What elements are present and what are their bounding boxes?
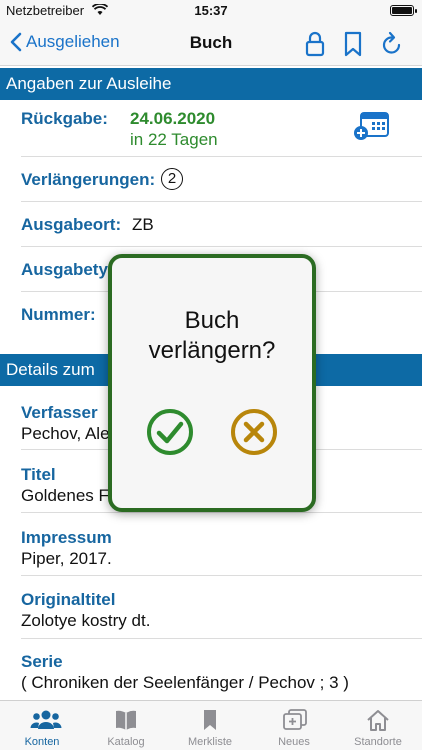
type-label: Ausgabety — [21, 260, 108, 279]
imprint-row: Impressum Piper, 2017. — [21, 513, 422, 576]
location-row: Ausgabeort: ZB — [21, 202, 422, 247]
tab-label: Konten — [24, 736, 60, 748]
author-value: Pechov, Ale — [21, 424, 110, 443]
people-icon — [30, 710, 62, 729]
renew-dialog: Buch verlängern? — [108, 254, 316, 512]
nav-bar: Ausgeliehen Buch — [0, 22, 422, 66]
return-label: Rückgabe: — [21, 109, 108, 128]
tab-label: Merkliste — [187, 736, 232, 748]
renewals-label: Verlängerungen: — [21, 170, 156, 189]
battery-icon — [390, 5, 417, 16]
tab-label: Standorte — [354, 736, 402, 748]
x-circle-icon — [231, 409, 277, 455]
cancel-button[interactable] — [230, 408, 278, 461]
tab-katalog[interactable]: Katalog — [84, 701, 168, 750]
series-label: Serie — [21, 652, 63, 671]
dialog-line-2: verlängern? — [148, 337, 276, 364]
status-bar: Netzbetreiber 15:37 — [0, 0, 422, 22]
dialog-message: Buch verlängern? — [112, 306, 312, 366]
tab-label: Neues — [278, 736, 310, 748]
location-value: ZB — [132, 215, 154, 234]
tab-konten[interactable]: Konten — [0, 701, 84, 750]
return-countdown: in 22 Tagen — [130, 130, 218, 149]
clock: 15:37 — [194, 3, 228, 18]
original-title-row: Originaltitel Zolotye kostry dt. — [21, 576, 422, 639]
tab-standorte[interactable]: Standorte — [336, 701, 420, 750]
loan-section-header: Angaben zur Ausleihe — [0, 68, 422, 100]
refresh-icon[interactable] — [380, 31, 404, 62]
imprint-label: Impressum — [21, 528, 112, 547]
renewals-row: Verlängerungen: 2 — [21, 157, 422, 202]
new-items-icon — [283, 709, 307, 730]
tab-label: Katalog — [107, 736, 145, 748]
title-label: Titel — [21, 465, 56, 484]
series-row: Serie ( Chroniken der Seelenfänger / Pec… — [21, 639, 422, 700]
series-value: ( Chroniken der Seelenfänger / Pechov ; … — [21, 673, 349, 692]
return-date: 24.06.2020 — [130, 109, 216, 128]
bookmark-icon[interactable] — [343, 31, 363, 62]
check-circle-icon — [147, 409, 193, 455]
add-calendar-icon[interactable] — [353, 110, 391, 147]
lock-icon[interactable] — [305, 31, 325, 62]
tab-merkliste[interactable]: Merkliste — [168, 701, 252, 750]
book-icon — [116, 710, 136, 730]
dialog-line-1: Buch — [184, 307, 240, 334]
location-label: Ausgabeort: — [21, 215, 122, 234]
home-icon — [367, 710, 389, 731]
bookmark-icon — [204, 710, 216, 730]
author-label: Verfasser — [21, 403, 98, 422]
original-title-label: Originaltitel — [21, 590, 116, 609]
title-value: Goldenes F — [21, 486, 109, 505]
tab-bar: Konten Katalog Merkliste Neues Standorte — [0, 700, 422, 750]
original-title-value: Zolotye kostry dt. — [21, 611, 151, 630]
tab-neues[interactable]: Neues — [252, 701, 336, 750]
imprint-value: Piper, 2017. — [21, 549, 112, 568]
confirm-button[interactable] — [146, 408, 194, 461]
return-row: Rückgabe: 24.06.2020 in 22 Tagen — [21, 100, 422, 157]
number-label: Nummer: — [21, 305, 96, 324]
renewals-count: 2 — [161, 168, 183, 190]
